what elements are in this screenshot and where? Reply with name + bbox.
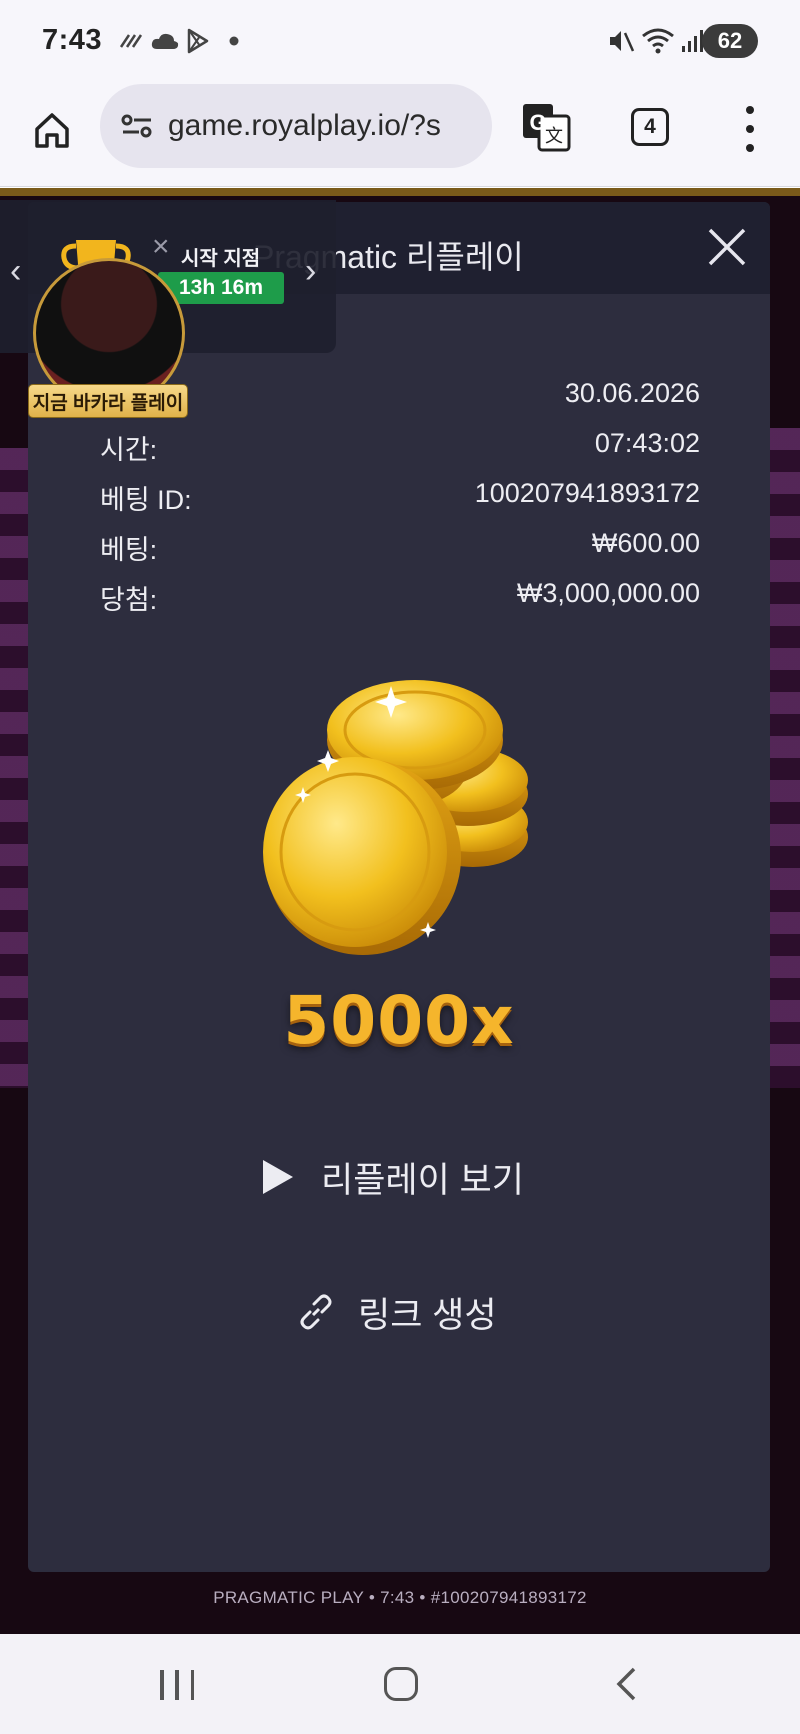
nav-back-button[interactable] [612,1666,642,1702]
wifi-icon [641,26,675,56]
promo-next-arrow[interactable]: › [305,252,316,291]
watch-replay-label: 리플레이 보기 [321,1160,524,1200]
info-row-date: 30.06.2026 [100,378,700,416]
modal-close-button[interactable] [704,224,750,270]
dot-icon [229,26,239,56]
create-link-button[interactable]: 링크 생성 [296,1282,497,1342]
promo-prev-arrow[interactable]: ‹ [10,252,21,291]
create-link-label: 링크 생성 [358,1295,497,1335]
mute-icon [607,26,635,56]
info-row-win: 당첨: ₩3,000,000.00 [100,578,700,616]
info-row-bet-id: 베팅 ID: 100207941893172 [100,478,700,516]
info-row-bet: 베팅: ₩600.00 [100,528,700,566]
recent-apps-button[interactable] [160,1670,194,1700]
url-bar[interactable]: game.royalplay.io/?s [100,84,492,168]
game-footer-info: PRAGMATIC PLAY • 7:43 • #100207941893172 [213,1588,587,1607]
watch-replay-button[interactable]: 리플레이 보기 [263,1147,524,1207]
win-multiplier: 5000x [283,982,515,1059]
translate-icon: G文 [523,104,571,152]
browser-menu-button[interactable] [735,106,765,152]
site-settings-icon[interactable] [120,111,154,141]
info-row-time: 시간: 07:43:02 [100,428,700,466]
gold-coins-icon [263,680,528,955]
info-value: 30.06.2026 [564,378,700,408]
translate-button[interactable]: G文 [521,102,571,152]
sync-icon [118,26,144,56]
battery-indicator: 62 [702,24,758,58]
play-icon [263,1160,293,1194]
info-label: 당첨: [100,585,158,615]
game-top-border [0,188,800,196]
status-bar: 7:43 62 [0,0,800,84]
close-icon [708,228,746,266]
link-icon [300,1294,332,1330]
info-value: 100207941893172 [474,478,700,508]
game-background-right [770,428,800,1088]
nav-home-button[interactable] [384,1667,418,1701]
info-label: 베팅 ID: [100,485,192,515]
info-value: ₩600.00 [591,528,700,558]
system-nav-bar [0,1634,800,1734]
tab-switcher-button[interactable]: 4 [631,108,669,146]
game-background-left [0,448,28,1088]
cloud-icon [150,26,180,56]
info-value: 07:43:02 [594,428,700,458]
browser-toolbar: game.royalplay.io/?s G文 4 [0,84,800,187]
home-button[interactable] [26,104,78,156]
play-baccarat-badge[interactable]: 지금 바카라 플레이 [28,384,188,418]
status-time: 7:43 [42,24,103,56]
promo-close-icon[interactable]: × [152,230,170,264]
svg-text:文: 文 [545,126,563,147]
home-icon [35,113,69,148]
promo-label: 시작 지점 [181,248,261,270]
info-label: 베팅: [100,535,158,565]
svg-text:G: G [529,110,546,135]
play-store-icon [186,26,210,56]
info-value: ₩3,000,000.00 [516,578,700,608]
info-label: 시간: [100,435,158,465]
url-text[interactable]: game.royalplay.io/?s [168,109,441,143]
